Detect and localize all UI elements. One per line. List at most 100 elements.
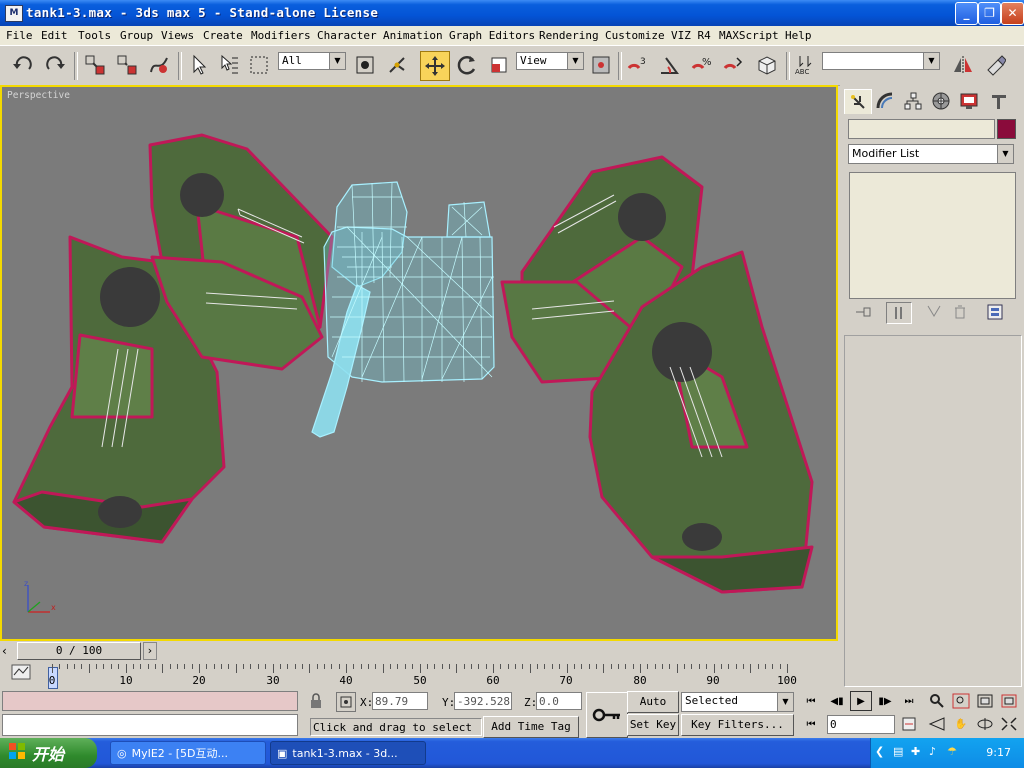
- absolute-mode-icon[interactable]: [336, 692, 356, 712]
- menu-customize[interactable]: Customize: [605, 29, 665, 42]
- use-pivot-center-icon[interactable]: [588, 52, 614, 78]
- time-slider-next-icon[interactable]: ›: [143, 642, 157, 660]
- key-filters-button[interactable]: Key Filters...: [681, 714, 794, 736]
- redo-icon[interactable]: [42, 52, 68, 78]
- select-and-scale-icon[interactable]: [486, 52, 512, 78]
- select-by-name-icon[interactable]: [216, 52, 242, 78]
- title-bar[interactable]: M tank1-3.max - 3ds max 5 - Stand-alone …: [0, 0, 1024, 26]
- lock-selection-icon[interactable]: [308, 693, 324, 712]
- previous-frame-icon[interactable]: ◀▮: [826, 691, 848, 711]
- select-and-link-icon[interactable]: [82, 52, 108, 78]
- align-icon[interactable]: [982, 52, 1008, 78]
- set-key-button[interactable]: Set Key: [627, 714, 679, 736]
- pin-stack-icon[interactable]: [854, 305, 874, 322]
- menu-graph-editors[interactable]: Graph Editors: [449, 29, 535, 42]
- modifier-stack[interactable]: [849, 172, 1016, 299]
- menu-modifiers[interactable]: Modifiers: [251, 29, 311, 42]
- play-icon[interactable]: ▶: [850, 691, 872, 711]
- select-and-move-icon[interactable]: [420, 51, 450, 81]
- show-end-result-icon[interactable]: [886, 302, 912, 324]
- network-icon[interactable]: ▤: [893, 745, 903, 758]
- bind-space-warp-icon[interactable]: [146, 52, 172, 78]
- close-button[interactable]: ✕: [1001, 2, 1024, 25]
- taskbar-item-3dsmax[interactable]: ▣ tank1-3.max - 3d...: [270, 741, 426, 765]
- named-selection-dropdown[interactable]: ▼: [822, 52, 940, 70]
- pan-icon[interactable]: ✋: [950, 714, 972, 734]
- hierarchy-tab-icon[interactable]: [900, 89, 926, 113]
- minimize-button[interactable]: _: [955, 2, 978, 25]
- remove-modifier-icon[interactable]: [952, 304, 968, 323]
- taskbar-item-myie2[interactable]: ◎ MyIE2 - [5D互动...: [110, 741, 266, 765]
- named-selection-sets-icon[interactable]: [754, 52, 780, 78]
- time-slider-thumb[interactable]: 0 / 100: [17, 642, 141, 660]
- field-of-view-icon[interactable]: [926, 714, 948, 734]
- rectangular-selection-icon[interactable]: [246, 52, 272, 78]
- start-button[interactable]: 开始: [0, 738, 97, 768]
- next-frame-icon[interactable]: ▮▶: [874, 691, 896, 711]
- arc-rotate-icon[interactable]: [974, 714, 996, 734]
- x-coordinate-field[interactable]: 89.79: [372, 692, 428, 710]
- zoom-extents-all-icon[interactable]: [998, 691, 1020, 711]
- zoom-extents-icon[interactable]: [974, 691, 996, 711]
- menu-group[interactable]: Group: [120, 29, 153, 42]
- select-object-icon[interactable]: [186, 52, 212, 78]
- select-and-rotate-icon[interactable]: [454, 52, 480, 78]
- key-mode-dropdown[interactable]: Selected ▼: [681, 692, 794, 712]
- menu-maxscript[interactable]: MAXScript: [719, 29, 779, 42]
- auto-key-button[interactable]: Auto Key: [627, 691, 679, 713]
- maxscript-listener-mini[interactable]: [2, 691, 298, 711]
- reference-coordinate-dropdown[interactable]: View ▼: [516, 52, 584, 70]
- create-tab-icon[interactable]: [844, 89, 872, 114]
- time-slider[interactable]: ‹ 0 / 100 ›: [0, 641, 838, 661]
- utilities-tab-icon[interactable]: [986, 89, 1012, 113]
- umbrella-icon[interactable]: ☂: [947, 745, 957, 758]
- percent-snap-icon[interactable]: %: [688, 52, 714, 78]
- object-color-swatch[interactable]: [997, 119, 1016, 139]
- menu-views[interactable]: Views: [161, 29, 194, 42]
- make-unique-icon[interactable]: [926, 304, 944, 323]
- display-tab-icon[interactable]: [956, 89, 982, 113]
- menu-character[interactable]: Character: [317, 29, 377, 42]
- app-icon[interactable]: M: [5, 5, 23, 22]
- current-frame-field[interactable]: 0: [827, 715, 895, 734]
- modifier-list-dropdown[interactable]: Modifier List ▼: [848, 144, 1014, 164]
- menu-rendering[interactable]: Rendering: [539, 29, 599, 42]
- selection-filter-dropdown[interactable]: All ▼: [278, 52, 346, 70]
- zoom-icon[interactable]: [926, 691, 948, 711]
- z-coordinate-field[interactable]: 0.0: [536, 692, 582, 710]
- window-crossing-icon[interactable]: [352, 52, 378, 78]
- configure-modifier-sets-icon[interactable]: [986, 303, 1004, 324]
- tank-model-wireframe[interactable]: [2, 87, 836, 639]
- time-configuration-icon[interactable]: [898, 714, 920, 734]
- menu-file[interactable]: File: [6, 29, 33, 42]
- set-keys-icon[interactable]: [586, 692, 628, 738]
- modify-tab-icon[interactable]: [872, 89, 898, 113]
- spinner-snap-icon[interactable]: [720, 52, 746, 78]
- restore-button[interactable]: ❐: [978, 2, 1001, 25]
- speaker-icon[interactable]: ♪: [929, 745, 936, 758]
- go-to-end-icon[interactable]: ⏭: [898, 691, 920, 711]
- track-bar[interactable]: 0 10 20 30 40 50 60 70 80 90 100: [0, 661, 838, 690]
- edit-named-selection-icon[interactable]: ABC: [792, 52, 818, 78]
- menu-tools[interactable]: Tools: [78, 29, 111, 42]
- menu-edit[interactable]: Edit: [41, 29, 68, 42]
- motion-tab-icon[interactable]: [928, 89, 954, 113]
- maxscript-output-mini[interactable]: [2, 714, 298, 736]
- maximize-viewport-icon[interactable]: [998, 714, 1020, 734]
- mirror-icon[interactable]: [950, 52, 976, 78]
- security-icon[interactable]: ✚: [911, 745, 920, 758]
- add-time-tag-button[interactable]: Add Time Tag: [483, 716, 579, 738]
- menu-viz-r4[interactable]: VIZ R4: [671, 29, 711, 42]
- menu-help[interactable]: Help: [785, 29, 812, 42]
- go-to-start-icon[interactable]: ⏮: [800, 691, 822, 711]
- menu-animation[interactable]: Animation: [383, 29, 443, 42]
- undo-icon[interactable]: [10, 52, 36, 78]
- y-coordinate-field[interactable]: -392.528: [454, 692, 512, 710]
- perspective-viewport[interactable]: Perspective z x: [0, 85, 838, 641]
- 3d-snap-icon[interactable]: 3: [624, 52, 650, 78]
- object-name-field[interactable]: [848, 119, 995, 139]
- unlink-selection-icon[interactable]: [114, 52, 140, 78]
- time-slider-prev-icon[interactable]: ‹: [2, 644, 7, 658]
- zoom-all-icon[interactable]: [950, 691, 972, 711]
- tray-expand-icon[interactable]: ❮: [875, 745, 884, 758]
